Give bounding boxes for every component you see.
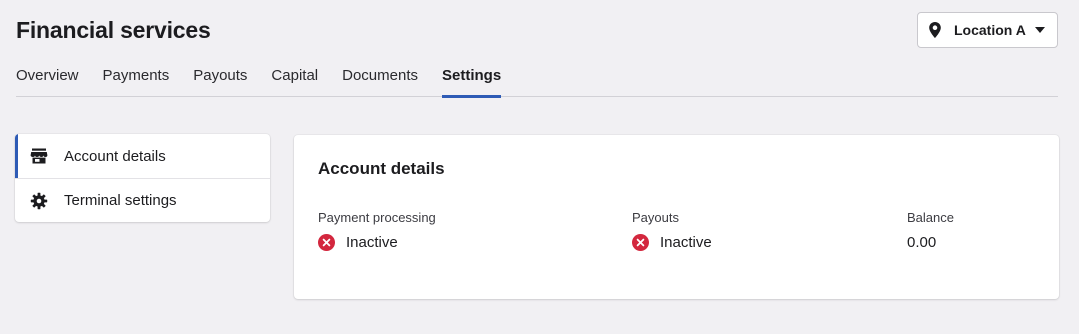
- tab-payments[interactable]: Payments: [103, 60, 170, 97]
- balance-value: 0.00: [907, 234, 937, 251]
- chevron-down-icon: [1035, 27, 1045, 33]
- tab-overview[interactable]: Overview: [16, 60, 79, 97]
- status-text: Inactive: [346, 234, 398, 251]
- status-text: Inactive: [660, 234, 712, 251]
- page-title: Financial services: [16, 17, 211, 43]
- field-value: 0.00: [907, 234, 954, 251]
- tab-payouts[interactable]: Payouts: [193, 60, 247, 97]
- tab-documents[interactable]: Documents: [342, 60, 418, 97]
- payment-processing-field: Payment processing Inactive: [318, 210, 436, 251]
- inactive-x-icon: [318, 234, 335, 251]
- gear-icon: [30, 192, 48, 210]
- tab-bar: Overview Payments Payouts Capital Docume…: [16, 60, 1058, 98]
- inactive-x-icon: [632, 234, 649, 251]
- field-label: Payment processing: [318, 210, 436, 225]
- settings-side-menu: Account details Terminal settings: [15, 134, 270, 222]
- account-details-card: Account details Payment processing Inact…: [294, 135, 1059, 299]
- field-value: Inactive: [632, 234, 712, 251]
- tab-capital[interactable]: Capital: [271, 60, 318, 97]
- field-label: Balance: [907, 210, 954, 225]
- sidebar-item-account-details[interactable]: Account details: [15, 134, 270, 178]
- field-value: Inactive: [318, 234, 436, 251]
- tab-settings[interactable]: Settings: [442, 60, 502, 98]
- location-label: Location A: [954, 22, 1026, 38]
- storefront-icon: [30, 147, 48, 165]
- sidebar-item-label: Terminal settings: [64, 192, 177, 209]
- sidebar-item-label: Account details: [64, 147, 166, 165]
- sidebar-item-terminal-settings[interactable]: Terminal settings: [15, 178, 270, 222]
- payouts-field: Payouts Inactive: [632, 210, 712, 251]
- field-label: Payouts: [632, 210, 679, 225]
- balance-field: Balance 0.00: [907, 210, 954, 251]
- card-title: Account details: [318, 159, 445, 178]
- map-pin-icon: [928, 22, 942, 38]
- location-selector[interactable]: Location A: [917, 12, 1058, 48]
